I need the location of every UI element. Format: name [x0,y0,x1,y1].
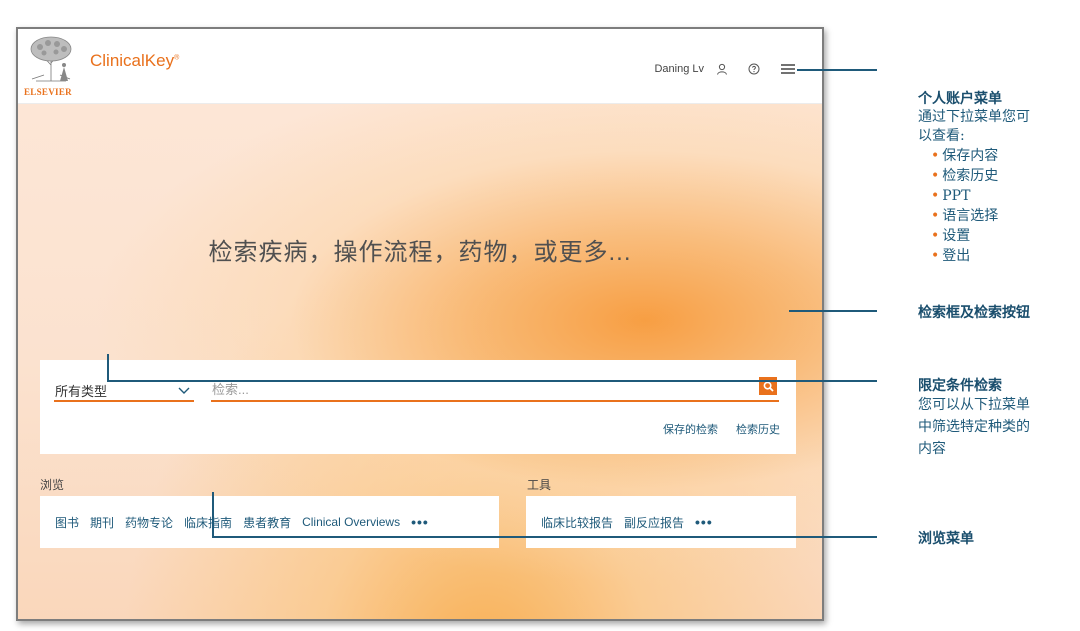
tools-comparison-report-link[interactable]: 临床比较报告 [541,514,613,531]
browse-panel: 图书 期刊 药物专论 临床指南 患者教育 Clinical Overviews … [40,496,499,548]
annotation-filter-desc-3: 内容 [918,441,946,457]
browse-guidelines-link[interactable]: 临床指南 [184,514,232,531]
search-links: 保存的检索 检索历史 [663,421,780,437]
search-panel: 所有类型 保存的检索 检索历史 [40,360,796,454]
bullet-item: 保存内容 [931,146,998,166]
brand-text: ClinicalKey [90,51,175,70]
hero-title: 检索疾病，操作流程，药物，或更多... [208,239,632,266]
browse-clinical-overviews-link[interactable]: Clinical Overviews [302,515,400,529]
callout-line-filter-v [107,354,109,382]
browse-journals-link[interactable]: 期刊 [90,514,114,531]
annotation-browse-title: 浏览菜单 [918,531,974,547]
top-bar: ELSEVIER ClinicalKey® Daning Lv [18,29,822,104]
bullet-item: 语言选择 [931,206,998,226]
search-history-link[interactable]: 检索历史 [736,421,780,437]
callout-line-browse-h [212,536,877,538]
content-type-value: 所有类型 [55,384,108,399]
bullet-item: PPT [931,186,998,206]
chevron-down-icon [178,383,190,398]
callout-line-search [789,310,877,312]
browse-patient-education-link[interactable]: 患者教育 [243,514,291,531]
search-icon [763,381,774,392]
user-name[interactable]: Daning Lv [654,63,704,75]
user-icon[interactable] [716,63,728,75]
browse-books-link[interactable]: 图书 [55,514,79,531]
browse-drug-monographs-link[interactable]: 药物专论 [125,514,173,531]
annotation-filter-title: 限定条件检索 [918,378,1002,394]
callout-line-account [797,69,877,71]
bullet-item: 检索历史 [931,166,998,186]
hamburger-menu-icon[interactable] [780,63,796,75]
tools-label: 工具 [527,478,552,492]
hero-area: 检索疾病，操作流程，药物，或更多... 所有类型 保存的检索 检索历史 浏览 工… [18,104,822,619]
browse-more-button[interactable]: ••• [411,514,429,530]
registered-mark: ® [174,54,180,62]
help-icon[interactable] [748,63,760,75]
elsevier-wordmark: ELSEVIER [24,87,72,97]
screenshot-frame: ELSEVIER ClinicalKey® Daning Lv 检索疾病，操作流… [16,27,824,621]
annotation-account-desc-1: 通过下拉菜单您可 [918,109,1030,125]
annotation-filter-desc-1: 您可以从下拉菜单 [918,397,1030,413]
elsevier-tree-icon [26,35,76,83]
tools-panel: 临床比较报告 副反应报告 ••• [526,496,796,548]
annotation-account-bullets: 保存内容 检索历史 PPT 语言选择 设置 登出 [931,146,998,266]
bullet-item: 设置 [931,226,998,246]
callout-line-filter-h [107,380,877,382]
annotation-search-title: 检索框及检索按钮 [918,305,1030,321]
account-area: Daning Lv [654,63,796,75]
annotation-filter-desc-2: 中筛选特定种类的 [918,419,1030,435]
callout-line-browse-v [212,492,214,538]
tools-adverse-reaction-link[interactable]: 副反应报告 [624,514,684,531]
bullet-item: 登出 [931,246,998,266]
saved-searches-link[interactable]: 保存的检索 [663,421,718,437]
tools-more-button[interactable]: ••• [695,514,713,530]
browse-label: 浏览 [40,478,65,492]
annotation-account-desc-2: 以查看: [918,128,965,144]
annotation-account-title: 个人账户菜单 [918,91,1002,107]
brand-name[interactable]: ClinicalKey® [90,51,179,71]
elsevier-logo[interactable]: ELSEVIER [24,35,80,99]
